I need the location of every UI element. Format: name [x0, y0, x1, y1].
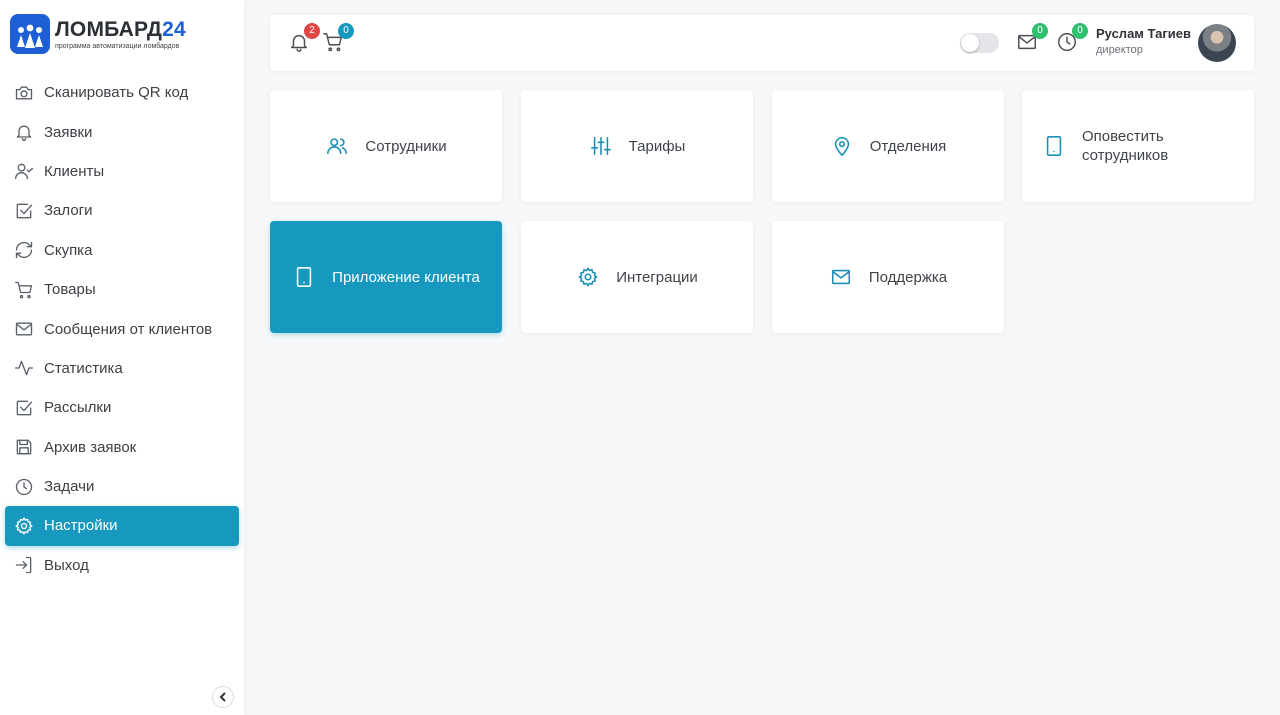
sidebar-item-mailings[interactable]: Рассылки — [5, 388, 239, 427]
top-bar: 2 0 0 0 Руслам Тагиев директор — [270, 15, 1254, 71]
tile-integrations[interactable]: Интеграции — [521, 221, 753, 333]
gear-icon — [13, 515, 35, 537]
map-pin-icon — [830, 134, 854, 158]
save-icon — [13, 436, 35, 458]
sidebar-item-statistics[interactable]: Статистика — [5, 349, 239, 388]
chevron-left-icon — [219, 692, 226, 702]
cart-badge: 0 — [338, 23, 354, 39]
mail-icon — [829, 265, 853, 289]
tile-employees[interactable]: Сотрудники — [270, 90, 502, 202]
sidebar-item-clients[interactable]: Клиенты — [5, 152, 239, 191]
users-icon — [325, 134, 349, 158]
messages-button[interactable]: 0 — [1016, 23, 1048, 55]
tile-label: Оповестить сотрудников — [1082, 128, 1169, 164]
sidebar-item-label: Сканировать QR код — [44, 84, 189, 102]
tile-support[interactable]: Поддержка — [772, 221, 1004, 333]
tablet-icon — [292, 265, 316, 289]
sidebar-item-label: Заявки — [44, 123, 93, 141]
sidebar-item-label: Скупка — [44, 241, 93, 259]
user-role: директор — [1096, 44, 1143, 56]
tile-label: Тарифы — [628, 137, 686, 155]
notifications-button[interactable]: 2 — [288, 23, 320, 55]
user-name[interactable]: Руслам Тагиев — [1096, 26, 1191, 41]
sidebar-nav: Сканировать QR код Заявки Клиенты Залоги… — [5, 73, 239, 585]
bell-icon — [13, 121, 35, 143]
brand-logo[interactable]: ЛОМБАРД24 программа автоматизации ломбар… — [10, 14, 186, 54]
check-square-icon — [13, 397, 35, 419]
cart-icon — [13, 279, 35, 301]
sidebar-item-label: Рассылки — [44, 399, 112, 417]
messages-badge: 0 — [1032, 23, 1048, 39]
brand-subtitle: программа автоматизации ломбардов — [55, 42, 180, 50]
cart-button[interactable]: 0 — [322, 23, 354, 55]
theme-toggle[interactable] — [960, 33, 999, 53]
avatar[interactable] — [1198, 24, 1236, 62]
tile-label: Отделения — [869, 137, 947, 155]
toggle-knob — [961, 34, 979, 52]
people-logo-icon — [10, 14, 50, 54]
sidebar-item-logout[interactable]: Выход — [5, 546, 239, 585]
tile-branches[interactable]: Отделения — [772, 90, 1004, 202]
gear-icon — [576, 265, 600, 289]
sidebar: ЛОМБАРД24 программа автоматизации ломбар… — [0, 0, 244, 715]
check-square-icon — [13, 200, 35, 222]
sidebar-item-goods[interactable]: Товары — [5, 270, 239, 309]
tile-label: Приложение клиента — [332, 268, 480, 286]
sidebar-item-label: Архив заявок — [44, 438, 137, 456]
tablet-icon — [1042, 134, 1066, 158]
sidebar-item-label: Выход — [44, 556, 89, 574]
user-check-icon — [13, 160, 35, 182]
sidebar-item-pledges[interactable]: Залоги — [5, 191, 239, 230]
sidebar-item-label: Залоги — [44, 202, 93, 220]
tile-client-app[interactable]: Приложение клиента — [270, 221, 502, 333]
sidebar-item-buyout[interactable]: Скупка — [5, 231, 239, 270]
sidebar-item-tasks[interactable]: Задачи — [5, 467, 239, 506]
tile-label: Интеграции — [616, 268, 698, 286]
camera-icon — [13, 82, 35, 104]
sidebar-item-label: Статистика — [44, 359, 123, 377]
collapse-sidebar-button[interactable] — [212, 686, 234, 708]
clock-icon — [13, 476, 35, 498]
mail-icon — [13, 318, 35, 340]
sidebar-item-label: Настройки — [44, 517, 118, 535]
history-badge: 0 — [1072, 23, 1088, 39]
brand-title: ЛОМБАРД24 — [55, 17, 186, 41]
tile-notify-employees[interactable]: Оповестить сотрудников — [1022, 90, 1254, 202]
sidebar-item-scan-qr[interactable]: Сканировать QR код — [5, 73, 239, 112]
sidebar-item-label: Товары — [44, 281, 96, 299]
activity-icon — [13, 357, 35, 379]
tile-label: Сотрудники — [365, 137, 447, 155]
sidebar-item-label: Клиенты — [44, 162, 105, 180]
sidebar-item-requests[interactable]: Заявки — [5, 112, 239, 151]
sidebar-item-client-messages[interactable]: Сообщения от клиентов — [5, 309, 239, 348]
log-in-icon — [13, 554, 35, 576]
history-button[interactable]: 0 — [1056, 23, 1088, 55]
sliders-icon — [589, 134, 613, 158]
sidebar-item-label: Сообщения от клиентов — [44, 320, 213, 338]
sidebar-item-label: Задачи — [44, 478, 95, 496]
notifications-badge: 2 — [304, 23, 320, 39]
sidebar-item-archive[interactable]: Архив заявок — [5, 428, 239, 467]
tile-tariffs[interactable]: Тарифы — [521, 90, 753, 202]
refresh-icon — [13, 239, 35, 261]
tile-label: Поддержка — [868, 268, 948, 286]
sidebar-item-settings[interactable]: Настройки — [5, 506, 239, 546]
